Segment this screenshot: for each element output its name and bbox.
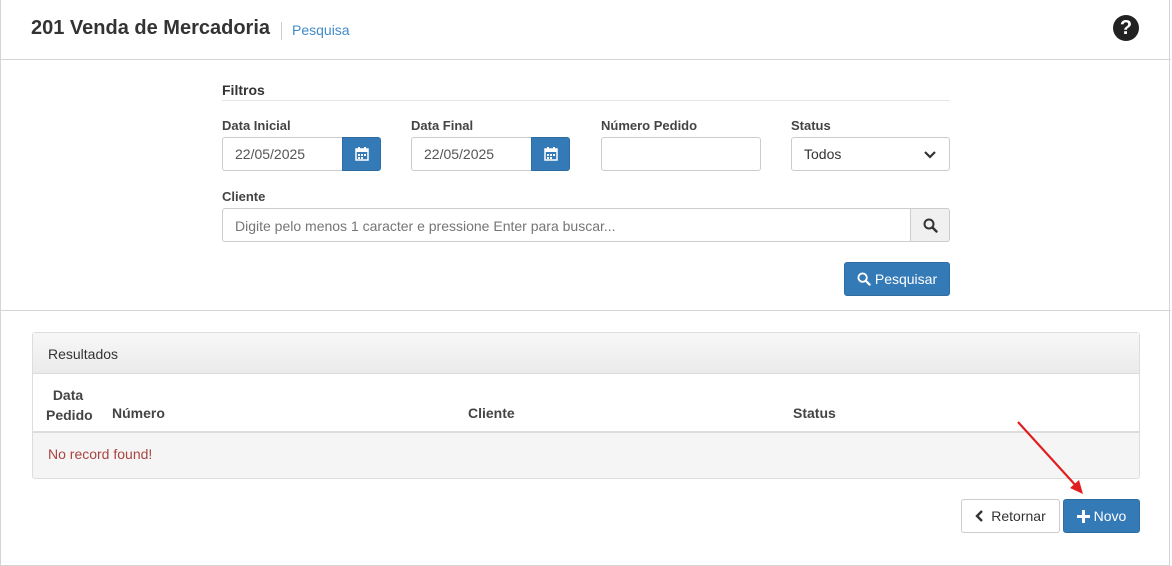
results-panel: Resultados Data Pedido Número Cliente St… — [32, 332, 1140, 479]
question-circle-icon[interactable]: ? — [1113, 15, 1139, 41]
column-header-data-pedido[interactable]: Data Pedido — [46, 385, 93, 425]
column-header-numero[interactable]: Número — [112, 405, 165, 421]
results-header: Resultados — [33, 333, 1139, 374]
data-inicial-label: Data Inicial — [222, 118, 291, 133]
numero-pedido-label: Número Pedido — [601, 118, 698, 133]
cliente-search-button[interactable] — [910, 208, 950, 242]
data-inicial-input[interactable] — [222, 137, 342, 171]
retornar-label: Retornar — [991, 508, 1046, 524]
filters-panel: Filtros Data Inicial Data Final — [1, 60, 1171, 311]
annotation-arrow — [1017, 421, 1083, 494]
chevron-left-icon — [975, 510, 984, 522]
plus-icon — [1076, 509, 1090, 523]
cliente-label: Cliente — [222, 189, 266, 204]
filters-title: Filtros — [222, 82, 265, 98]
novo-button[interactable]: Novo — [1063, 499, 1140, 533]
column-header-cliente[interactable]: Cliente — [468, 405, 515, 421]
calendar-icon — [355, 147, 369, 161]
status-select[interactable]: Todos — [791, 137, 950, 171]
pesquisar-label: Pesquisar — [874, 271, 938, 287]
chevron-down-icon — [924, 151, 936, 159]
search-icon — [857, 272, 871, 286]
column-header-status[interactable]: Status — [793, 405, 836, 421]
filters-divider — [222, 100, 950, 101]
results-table-header: Data Pedido Número Cliente Status — [33, 374, 1139, 433]
cliente-search-input[interactable] — [222, 208, 911, 242]
retornar-button[interactable]: Retornar — [961, 499, 1060, 533]
data-final-label: Data Final — [411, 118, 474, 133]
page: 201 Venda de Mercadoria Pesquisa ? Filtr… — [0, 0, 1171, 566]
calendar-icon — [544, 147, 558, 161]
title-separator — [281, 22, 282, 40]
column-header-data-line1: Data — [52, 387, 84, 403]
status-label: Status — [791, 118, 831, 133]
empty-results-message: No record found! — [48, 446, 153, 462]
breadcrumb[interactable]: Pesquisa — [292, 22, 350, 38]
pesquisar-button[interactable]: Pesquisar — [844, 262, 950, 296]
numero-pedido-input[interactable] — [601, 137, 761, 171]
results-title: Resultados — [48, 346, 119, 362]
page-header: 201 Venda de Mercadoria Pesquisa ? — [1, 0, 1171, 60]
data-inicial-calendar-button[interactable] — [342, 137, 381, 171]
data-final-calendar-button[interactable] — [531, 137, 570, 171]
page-title: 201 Venda de Mercadoria — [31, 17, 271, 39]
novo-label: Novo — [1093, 508, 1127, 524]
column-header-data-line2: Pedido — [46, 407, 93, 423]
status-selected-value: Todos — [804, 146, 842, 162]
search-icon — [923, 218, 938, 233]
data-final-input[interactable] — [411, 137, 532, 171]
